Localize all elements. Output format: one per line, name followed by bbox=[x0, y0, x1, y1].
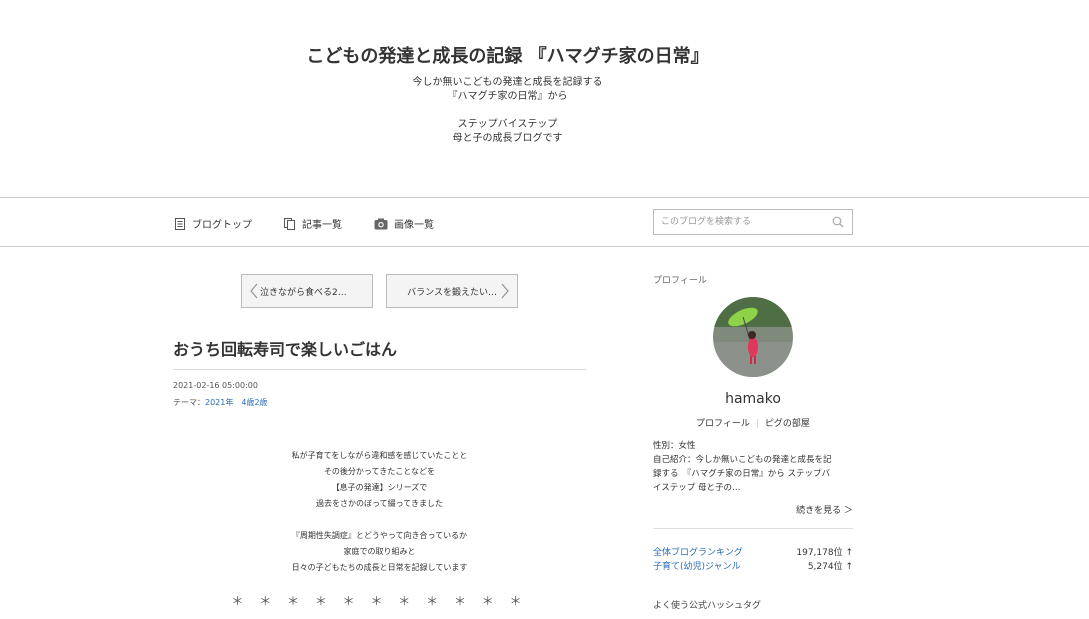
ranking-label[interactable]: 子育て(幼児)ジャンル bbox=[653, 559, 741, 572]
ranking-row: 子育て(幼児)ジャンル 5,274位 ↑ bbox=[653, 559, 853, 572]
article-body-line: 過去をさかのぼって綴ってきました bbox=[316, 499, 443, 508]
theme-prefix: テーマ： bbox=[173, 398, 205, 407]
blog-header: こどもの発達と成長の記録 『ハマグチ家の日常』 今しか無いこどもの発達と成長を記… bbox=[0, 0, 1089, 197]
chevron-right-icon bbox=[501, 283, 509, 299]
article-body-line: 日々の子どもたちの成長と日常を記録しています bbox=[291, 563, 468, 572]
profile-link[interactable]: プロフィール bbox=[696, 419, 750, 429]
title-divider bbox=[173, 369, 586, 370]
theme-link[interactable]: 2021年 bbox=[205, 398, 233, 407]
ranking-label[interactable]: 全体ブログランキング bbox=[653, 545, 743, 558]
blog-description-line: 『ハマグチ家の日常』から bbox=[447, 91, 568, 102]
blog-description-line: ステップバイステップ bbox=[457, 119, 558, 130]
sidebar-divider bbox=[653, 528, 853, 529]
prev-article-label: 泣きながら食べる2… bbox=[260, 287, 347, 298]
blog-nav-bar: ブログトップ 記事一覧 画像一覧 bbox=[0, 197, 1089, 247]
prev-article-button[interactable]: 泣きながら食べる2… bbox=[241, 274, 373, 308]
document-icon bbox=[175, 217, 185, 230]
profile-intro-line: 録する 『ハマグチ家の日常』から ステップバ bbox=[653, 469, 830, 479]
read-more-link[interactable]: 続きを見る ＞ bbox=[653, 503, 853, 516]
copy-icon bbox=[284, 217, 295, 230]
pig-room-link[interactable]: ピグの部屋 bbox=[765, 419, 810, 429]
hashtag-heading: よく使う公式ハッシュタグ bbox=[653, 601, 762, 611]
blog-search-box bbox=[653, 209, 853, 235]
article-body-line: その後分かってきたことなどを bbox=[323, 467, 436, 476]
profile-heading: プロフィール bbox=[653, 276, 707, 286]
article-body-line: 家庭での取り組みと bbox=[343, 547, 416, 556]
theme-link[interactable]: 4歳2歳 bbox=[241, 398, 267, 407]
profile-intro-line: 自己紹介：今しか無いこどもの発達と成長を記 bbox=[653, 455, 832, 465]
ranking-value: 5,274位 ↑ bbox=[807, 562, 853, 572]
link-separator: | bbox=[755, 419, 759, 429]
article-title[interactable]: おうち回転寿司で楽しいごはん bbox=[173, 336, 397, 360]
profile-intro-line: イステップ 母と子の… bbox=[653, 483, 741, 493]
avatar[interactable] bbox=[713, 297, 793, 377]
avatar-photo bbox=[713, 297, 793, 377]
nav-article-list[interactable]: 記事一覧 bbox=[284, 216, 342, 231]
search-icon[interactable] bbox=[832, 216, 844, 228]
blog-search-input[interactable] bbox=[654, 210, 831, 234]
next-article-button[interactable]: バランスを鍛えたい… bbox=[386, 274, 518, 308]
chevron-left-icon bbox=[250, 283, 258, 299]
article-body-line: 【息子の発達】シリーズで bbox=[331, 483, 428, 492]
nav-blog-top[interactable]: ブログトップ bbox=[174, 216, 252, 231]
profile-username[interactable]: hamako bbox=[653, 391, 853, 407]
next-article-label: バランスを鍛えたい… bbox=[407, 287, 497, 298]
nav-image-list[interactable]: 画像一覧 bbox=[374, 216, 434, 231]
article-theme: テーマ：2021年 4歳2歳 bbox=[173, 397, 268, 408]
blog-description-line: 母と子の成長ブログです bbox=[452, 133, 563, 144]
ranking-row: 全体ブログランキング 197,178位 ↑ bbox=[653, 545, 853, 558]
profile-links: プロフィール | ピグの部屋 bbox=[653, 416, 853, 429]
article-body-line: 『周期性失調症』とどうやって向き合っているか bbox=[291, 531, 468, 540]
camera-icon bbox=[374, 218, 388, 229]
blog-title[interactable]: こどもの発達と成長の記録 『ハマグチ家の日常』 bbox=[0, 42, 1015, 68]
article-separator: ＊ ＊ ＊ ＊ ＊ ＊ ＊ ＊ ＊ ＊ ＊ bbox=[231, 594, 528, 608]
blog-description-line: 今しか無いこどもの発達と成長を記録する bbox=[412, 77, 603, 88]
profile-gender: 性別：女性 bbox=[653, 441, 696, 451]
nav-article-list-label: 記事一覧 bbox=[302, 220, 342, 231]
nav-blog-top-label: ブログトップ bbox=[192, 220, 252, 231]
nav-image-list-label: 画像一覧 bbox=[394, 220, 434, 231]
article-date: 2021-02-16 05:00:00 bbox=[173, 381, 258, 390]
ranking-value: 197,178位 ↑ bbox=[796, 548, 853, 558]
article-body-line: 私が子育てをしながら違和感を感じていたことと bbox=[291, 451, 468, 460]
